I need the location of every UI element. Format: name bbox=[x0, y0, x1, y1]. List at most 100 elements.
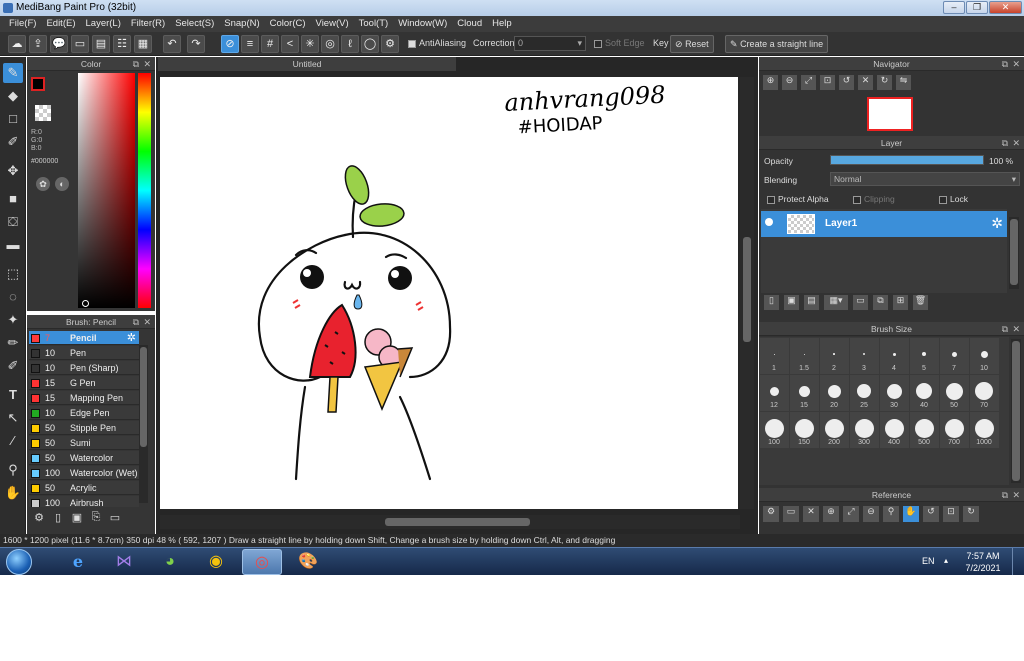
menu-item[interactable]: Color(C) bbox=[265, 16, 311, 32]
brush-size-cell[interactable]: 700 bbox=[940, 412, 969, 448]
zoom-in-icon[interactable]: ⊕ bbox=[763, 75, 778, 90]
new-brush-icon[interactable]: ▯ bbox=[50, 511, 66, 527]
snap-settings-icon[interactable]: ⚙ bbox=[381, 35, 399, 53]
brush-size-cell[interactable]: 7 bbox=[940, 338, 969, 374]
brush-size-scrollbar[interactable] bbox=[1011, 339, 1021, 483]
actual-size-icon[interactable]: ⊡ bbox=[820, 75, 835, 90]
new-8bit-layer-icon[interactable]: ▣ bbox=[784, 295, 799, 310]
medibang-taskbar-icon[interactable]: ◎ bbox=[242, 549, 282, 575]
language-indicator[interactable]: EN bbox=[922, 556, 935, 566]
maximize-button[interactable]: ❐ bbox=[966, 1, 988, 14]
brush-settings-icon[interactable]: ⚙ bbox=[31, 511, 47, 527]
brush-size-cell[interactable]: 10 bbox=[970, 338, 999, 374]
close-icon[interactable]: ✕ bbox=[1012, 136, 1020, 150]
drawing-canvas[interactable]: anhvrang098 #HOIDAP bbox=[160, 77, 738, 509]
menu-item[interactable]: Cloud bbox=[452, 16, 487, 32]
brush-item[interactable]: 10 Pen bbox=[29, 346, 139, 360]
merge-layer-icon[interactable]: ⊞ bbox=[893, 295, 908, 310]
palette-icon[interactable]: ✿ bbox=[36, 177, 50, 191]
rotate-right-icon[interactable]: ↻ bbox=[963, 506, 979, 522]
brush-size-cell[interactable]: 1.5 bbox=[790, 338, 819, 374]
flip-icon[interactable]: ⇋ bbox=[896, 75, 911, 90]
select-tool-icon[interactable]: ⬚ bbox=[3, 264, 23, 284]
popout-icon[interactable]: ⧉ bbox=[1002, 57, 1008, 71]
menu-item[interactable]: Snap(N) bbox=[219, 16, 264, 32]
circle-snap-icon[interactable]: ◎ bbox=[321, 35, 339, 53]
menu-item[interactable]: Help bbox=[487, 16, 517, 32]
curve-snap-icon[interactable]: ℓ bbox=[341, 35, 359, 53]
chrome-icon[interactable]: ◉ bbox=[196, 549, 236, 575]
antialias-checkbox[interactable]: AntiAliasing bbox=[408, 38, 466, 48]
canvas-vertical-scrollbar[interactable] bbox=[740, 77, 754, 509]
menu-item[interactable]: Select(S) bbox=[170, 16, 219, 32]
settings-icon[interactable]: ⚙ bbox=[763, 506, 779, 522]
copy-brush-icon[interactable]: ⎘ bbox=[88, 511, 104, 527]
saturation-value-picker[interactable] bbox=[78, 73, 135, 308]
gear-icon[interactable]: ✲ bbox=[127, 331, 136, 344]
rotate-left-icon[interactable]: ↺ bbox=[923, 506, 939, 522]
create-straight-line-button[interactable]: ✎ Create a straight line bbox=[725, 35, 829, 53]
menu-item[interactable]: Filter(R) bbox=[126, 16, 170, 32]
bucket-tool-icon[interactable]: ⛋ bbox=[3, 212, 23, 232]
cloud-icon[interactable]: ☁ bbox=[8, 35, 26, 53]
correction-dropdown[interactable]: 0 ▾ bbox=[514, 36, 586, 51]
secondary-color-swatch[interactable] bbox=[35, 105, 51, 121]
brush-size-cell[interactable]: 50 bbox=[940, 375, 969, 411]
menu-item[interactable]: File(F) bbox=[4, 16, 41, 32]
close-icon[interactable]: ✕ bbox=[143, 57, 151, 71]
brush-size-cell[interactable]: 3 bbox=[850, 338, 879, 374]
hand-tool-icon[interactable]: ✋ bbox=[3, 483, 23, 503]
layer-scrollbar[interactable] bbox=[1009, 217, 1019, 289]
clock[interactable]: 7:57 AM 7/2/2021 bbox=[962, 550, 1004, 574]
brush-item[interactable]: 100 Watercolor (Wet) bbox=[29, 466, 139, 480]
brush-item[interactable]: 50 Sumi bbox=[29, 436, 139, 450]
tray-arrow-icon[interactable]: ▴ bbox=[944, 556, 948, 565]
show-desktop-button[interactable] bbox=[1012, 548, 1024, 575]
brush-size-cell[interactable]: 1000 bbox=[970, 412, 999, 448]
upload-icon[interactable]: ⇪ bbox=[29, 35, 47, 53]
start-button[interactable] bbox=[6, 549, 32, 575]
brush-item[interactable]: 15 G Pen bbox=[29, 376, 139, 390]
undo-icon[interactable]: ↶ bbox=[163, 35, 181, 53]
brush-size-cell[interactable]: 2 bbox=[820, 338, 849, 374]
parallel-snap-icon[interactable]: ≡ bbox=[241, 35, 259, 53]
brush-item[interactable]: 50 Stipple Pen bbox=[29, 421, 139, 435]
brush-size-cell[interactable]: 400 bbox=[880, 412, 909, 448]
brush-item[interactable]: 50 Acrylic bbox=[29, 481, 139, 495]
grid-icon[interactable]: ▦ bbox=[134, 35, 152, 53]
brush-size-cell[interactable]: 150 bbox=[790, 412, 819, 448]
menu-item[interactable]: Layer(L) bbox=[81, 16, 126, 32]
zoom-in-icon[interactable]: ⊕ bbox=[823, 506, 839, 522]
brush-size-cell[interactable]: 12 bbox=[760, 375, 789, 411]
internet-explorer-icon[interactable]: e bbox=[58, 549, 98, 575]
fit-icon[interactable]: ⤢ bbox=[843, 506, 859, 522]
brush-item[interactable]: 10 Pen (Sharp) bbox=[29, 361, 139, 375]
brush-item[interactable]: 50 Watercolor bbox=[29, 451, 139, 465]
brush-size-cell[interactable]: 1 bbox=[760, 338, 789, 374]
popout-icon[interactable]: ⧉ bbox=[1002, 322, 1008, 336]
primary-color-swatch[interactable] bbox=[31, 77, 45, 91]
eraser-tool-icon[interactable]: ◆ bbox=[3, 86, 23, 106]
gradient-tool-icon[interactable]: ▬ bbox=[3, 235, 23, 255]
list-icon[interactable]: ☷ bbox=[113, 35, 131, 53]
brush-size-cell[interactable]: 25 bbox=[850, 375, 879, 411]
eyedropper-icon[interactable]: ⚲ bbox=[883, 506, 899, 522]
redo-icon[interactable]: ↷ bbox=[187, 35, 205, 53]
popout-icon[interactable]: ⧉ bbox=[133, 315, 139, 329]
soft-edge-checkbox[interactable]: Soft Edge bbox=[594, 38, 645, 48]
layer-row[interactable]: Layer1 ✲ bbox=[761, 211, 1007, 237]
document-icon[interactable]: ▤ bbox=[92, 35, 110, 53]
chat-icon[interactable]: 💬 bbox=[50, 35, 68, 53]
brush-item[interactable]: 15 Mapping Pen bbox=[29, 391, 139, 405]
vanishing-snap-icon[interactable]: < bbox=[281, 35, 299, 53]
brush-size-cell[interactable]: 70 bbox=[970, 375, 999, 411]
open-folder-icon[interactable]: ▭ bbox=[783, 506, 799, 522]
brush-item[interactable]: 7 Pencil ✲ bbox=[29, 331, 139, 345]
brush-item[interactable]: 10 Edge Pen bbox=[29, 406, 139, 420]
new-1bit-layer-icon[interactable]: ▤ bbox=[804, 295, 819, 310]
duplicate-layer-icon[interactable]: ⧉ bbox=[873, 295, 888, 310]
select-pen-icon[interactable]: ✏ bbox=[3, 333, 23, 353]
menu-item[interactable]: Edit(E) bbox=[41, 16, 80, 32]
popout-icon[interactable]: ⧉ bbox=[1002, 136, 1008, 150]
text-tool-icon[interactable]: T bbox=[3, 385, 23, 405]
